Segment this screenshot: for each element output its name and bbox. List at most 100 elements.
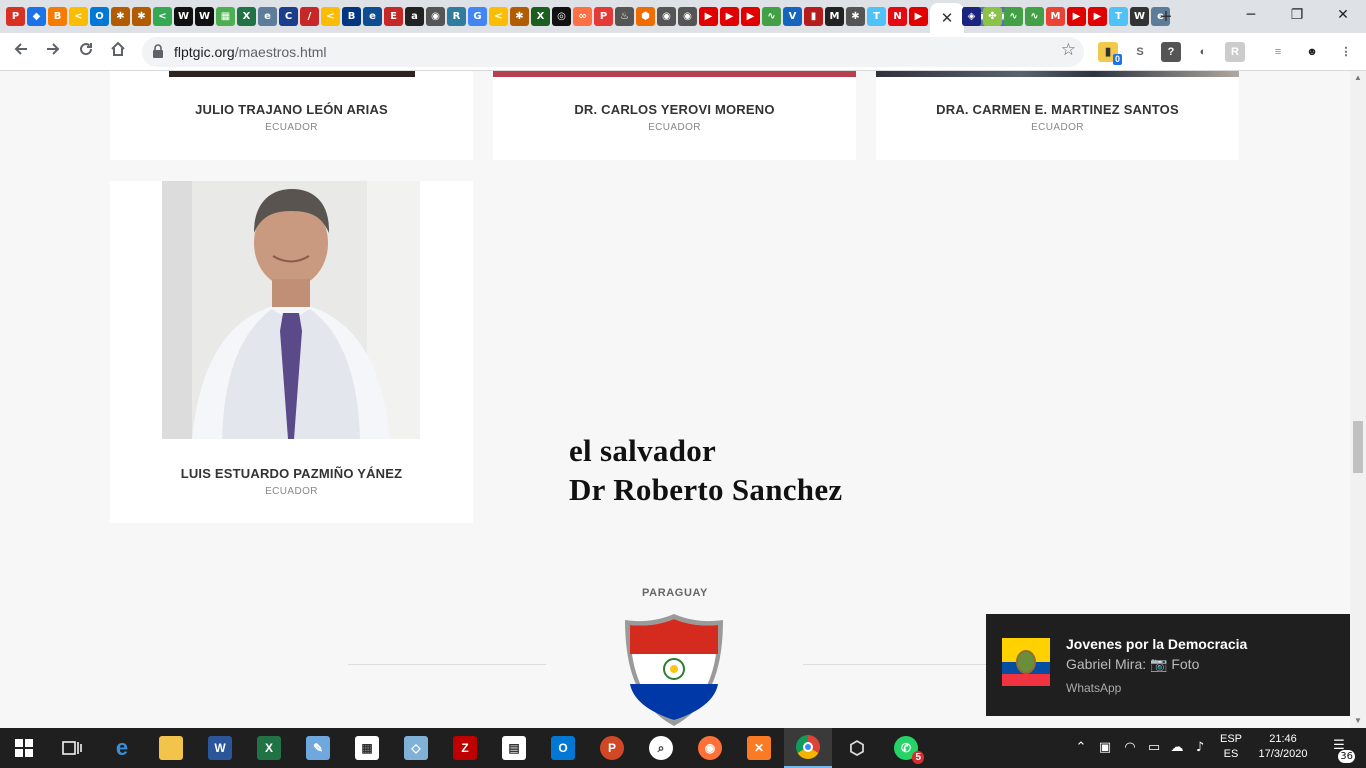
clock[interactable]: 21:46 17/3/2020 — [1252, 733, 1314, 760]
reading-list-icon[interactable]: ≡ — [1268, 42, 1288, 62]
pinwheel-icon[interactable]: ✤ — [983, 7, 1002, 26]
globe-icon[interactable]: ◉ — [657, 7, 676, 26]
t-icon[interactable]: T — [867, 7, 886, 26]
youtube-icon[interactable]: ▶ — [720, 7, 739, 26]
input-language[interactable]: ESP ES — [1216, 733, 1246, 760]
taskbar-store[interactable]: ▦ — [343, 728, 391, 768]
x-icon[interactable]: X — [531, 7, 550, 26]
taskbar-firefox[interactable]: ◉ — [686, 728, 734, 768]
taskbar-chrome[interactable] — [784, 728, 832, 768]
scroll-thumb[interactable] — [1353, 421, 1363, 473]
bracket-icon[interactable]: < — [321, 7, 340, 26]
extension-icon[interactable]: ◆ — [27, 7, 46, 26]
close-tab-icon[interactable]: ✕ — [941, 9, 954, 27]
pdf-icon[interactable]: P — [6, 7, 25, 26]
bracket-icon[interactable]: < — [489, 7, 508, 26]
amazon-icon[interactable]: a — [405, 7, 424, 26]
new-tab-button[interactable]: + — [1154, 5, 1178, 29]
globe-icon[interactable]: ◉ — [678, 7, 697, 26]
w-icon[interactable]: W — [174, 7, 193, 26]
bracket-icon[interactable]: < — [69, 7, 88, 26]
taskbar-outlook[interactable]: O — [539, 728, 587, 768]
hex-icon[interactable]: ⬢ — [636, 7, 655, 26]
page-scrollbar[interactable]: ▲ ▼ — [1350, 71, 1366, 728]
grid-icon[interactable]: ▦ — [216, 7, 235, 26]
youtube-icon[interactable]: ▶ — [909, 7, 928, 26]
teacher-card[interactable]: LUIS ESTUARDO PAZMIÑO YÁNEZ ECUADOR — [110, 181, 473, 523]
n-icon[interactable]: N — [888, 7, 907, 26]
address-bar[interactable]: flptgic.org/maestros.html ☆ — [142, 37, 1084, 67]
task-view-button[interactable] — [48, 728, 96, 768]
link-icon[interactable]: ∞ — [573, 7, 592, 26]
g-icon[interactable]: G — [468, 7, 487, 26]
tray-battery-icon[interactable]: ▭ — [1146, 740, 1162, 756]
scroll-down-icon[interactable]: ▼ — [1350, 714, 1366, 728]
booking-icon[interactable]: B — [342, 7, 361, 26]
taskbar-calculator[interactable]: ▤ — [490, 728, 538, 768]
cup-icon[interactable]: ♨ — [615, 7, 634, 26]
chart-icon[interactable]: ∿ — [762, 7, 781, 26]
bug-icon[interactable]: ✱ — [510, 7, 529, 26]
taskbar-maps[interactable]: ◇ — [392, 728, 440, 768]
active-tab[interactable]: ✕ — [930, 3, 964, 33]
c-icon[interactable]: C — [279, 7, 298, 26]
circle-extension-icon[interactable]: ◐ — [1193, 42, 1213, 62]
youtube-icon[interactable]: ▶ — [1067, 7, 1086, 26]
w-icon[interactable]: W — [195, 7, 214, 26]
start-button[interactable] — [0, 728, 48, 768]
taskbar-xampp[interactable]: ✕ — [735, 728, 783, 768]
forward-button[interactable] — [41, 40, 65, 64]
taskbar-file-explorer[interactable] — [147, 728, 195, 768]
minimize-button[interactable]: ─ — [1228, 0, 1274, 30]
taskbar-paint[interactable]: ✎ — [294, 728, 342, 768]
tray-overflow-icon[interactable]: ⌃ — [1073, 740, 1089, 756]
taskbar-search-app[interactable]: ⌕ — [637, 728, 685, 768]
help-icon[interactable]: ? — [1161, 42, 1181, 62]
t-icon[interactable]: T — [1109, 7, 1128, 26]
skype-icon[interactable]: S — [1130, 42, 1150, 62]
taskbar-word[interactable]: W — [196, 728, 244, 768]
teacher-card[interactable]: DRA. CARMEN E. MARTINEZ SANTOS ECUADOR — [876, 71, 1239, 160]
ring-icon[interactable]: ◎ — [552, 7, 571, 26]
taskbar-filezilla[interactable]: Z — [441, 728, 489, 768]
bug-icon[interactable]: ✱ — [846, 7, 865, 26]
tray-security-icon[interactable]: ▣ — [1097, 740, 1113, 756]
r-icon[interactable]: R — [447, 7, 466, 26]
outlook-icon[interactable]: O — [90, 7, 109, 26]
gmail-icon[interactable]: M — [1046, 7, 1065, 26]
taskbar-unity[interactable]: ⬡ — [833, 728, 881, 768]
youtube-icon[interactable]: ▶ — [1088, 7, 1107, 26]
pin-icon[interactable]: P — [594, 7, 613, 26]
taskbar-excel[interactable]: X — [245, 728, 293, 768]
menu-dots-icon[interactable]: ⋮ — [1336, 42, 1356, 62]
action-center-icon[interactable]: ☰ 36 — [1326, 738, 1355, 763]
taskbar-powerpoint[interactable]: P — [588, 728, 636, 768]
youtube-icon[interactable]: ▶ — [699, 7, 718, 26]
chart-icon[interactable]: ∿ — [1025, 7, 1044, 26]
profile-avatar-icon[interactable]: ☻ — [1302, 42, 1322, 62]
home-button[interactable] — [106, 40, 130, 64]
bug-icon[interactable]: ✱ — [111, 7, 130, 26]
back-button[interactable] — [9, 40, 33, 64]
e-icon[interactable]: E — [384, 7, 403, 26]
taskbar-whatsapp[interactable]: ✆ 5 — [882, 728, 930, 768]
close-window-button[interactable]: ✕ — [1320, 0, 1366, 30]
tray-onedrive-icon[interactable]: ☁ — [1169, 740, 1185, 756]
reload-button[interactable] — [74, 40, 98, 64]
bug-icon[interactable]: ✱ — [132, 7, 151, 26]
shield-icon[interactable]: ◈ — [962, 7, 981, 26]
notes-extension-icon[interactable]: ▮ 0 — [1098, 42, 1122, 65]
bracket-icon[interactable]: < — [153, 7, 172, 26]
youtube-icon[interactable]: ▶ — [741, 7, 760, 26]
teacher-card[interactable]: JULIO TRAJANO LEÓN ARIAS ECUADOR — [110, 71, 473, 160]
excel-icon[interactable]: X — [237, 7, 256, 26]
chart-icon[interactable]: ∿ — [1004, 7, 1023, 26]
v-icon[interactable]: V — [783, 7, 802, 26]
m-icon[interactable]: M — [825, 7, 844, 26]
bookmark-star-icon[interactable]: ☆ — [1061, 40, 1076, 60]
globe-icon[interactable]: ◉ — [426, 7, 445, 26]
tray-wifi-icon[interactable]: ◠ — [1122, 740, 1138, 756]
edge-icon[interactable]: e — [363, 7, 382, 26]
book-icon[interactable]: ▮ — [804, 7, 823, 26]
teacher-card[interactable]: DR. CARLOS YEROVI MORENO ECUADOR — [493, 71, 856, 160]
